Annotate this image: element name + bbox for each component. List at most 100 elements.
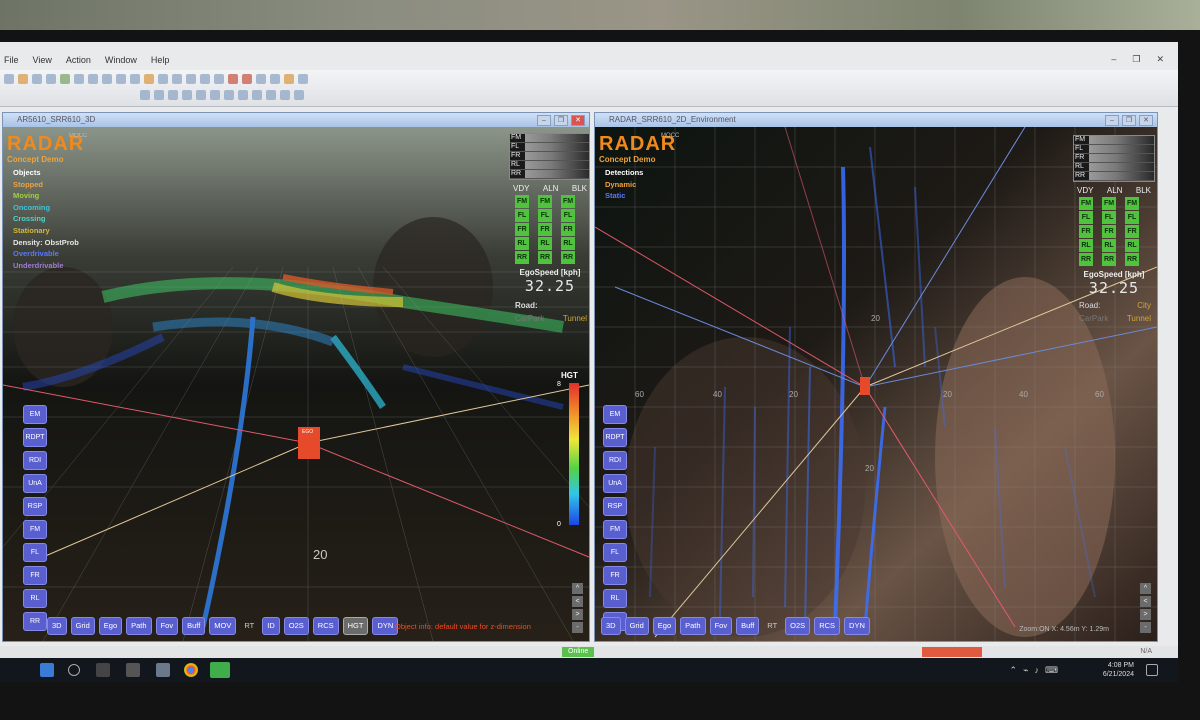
- left-btn-rl[interactable]: RL: [23, 589, 47, 608]
- toolbar-new-icon[interactable]: [4, 74, 14, 84]
- toolbar-stop-icon[interactable]: [88, 74, 98, 84]
- toolbar-save-icon[interactable]: [32, 74, 42, 84]
- right-btn-rdpt[interactable]: RDPT: [603, 428, 627, 447]
- left-btn-rsp[interactable]: RSP: [23, 497, 47, 516]
- toolbar-open-icon[interactable]: [18, 74, 28, 84]
- scroll-right-button[interactable]: >: [572, 609, 583, 620]
- toolbar-step-icon[interactable]: [102, 74, 112, 84]
- toolbar-settings-icon[interactable]: [270, 74, 280, 84]
- left-btn-rcs[interactable]: RCS: [312, 617, 339, 635]
- toolbar-reset-icon[interactable]: [224, 90, 234, 100]
- right-panel-maximize-button[interactable]: ❐: [1122, 115, 1136, 126]
- toolbar-print-icon[interactable]: [46, 74, 56, 84]
- left-3d-point-cloud[interactable]: EGO 20: [3, 127, 589, 641]
- scroll-up-button[interactable]: ^: [1140, 583, 1151, 594]
- left-btn-buff[interactable]: Buff: [182, 617, 206, 635]
- scroll-minus-button[interactable]: -: [1140, 622, 1151, 633]
- radar-app-icon[interactable]: [210, 662, 230, 678]
- toolbar-forward-icon[interactable]: [130, 74, 140, 84]
- legend-item-dynamic[interactable]: Dynamic: [605, 179, 643, 191]
- scroll-up-button[interactable]: ^: [572, 583, 583, 594]
- minimize-button[interactable]: –: [1111, 54, 1116, 65]
- notifications-icon[interactable]: [1146, 664, 1158, 676]
- toolbar-layout-icon[interactable]: [200, 74, 210, 84]
- right-btn-una[interactable]: UnA: [603, 474, 627, 493]
- app-icon[interactable]: [156, 663, 170, 677]
- toolbar-record-icon[interactable]: [144, 74, 154, 84]
- left-btn-rt[interactable]: RT: [240, 618, 258, 634]
- keyboard-icon[interactable]: ⌨: [1045, 665, 1058, 676]
- left-btn-mov[interactable]: MOV: [209, 617, 237, 635]
- toolbar-bookmark-icon[interactable]: [284, 74, 294, 84]
- volume-icon[interactable]: ♪: [1035, 665, 1040, 676]
- toolbar-marker-icon[interactable]: [228, 74, 238, 84]
- legend-item-stationary[interactable]: Stationary: [13, 225, 79, 237]
- right-btn-rl[interactable]: RL: [603, 589, 627, 608]
- legend-item-density[interactable]: Density: ObstProb: [13, 237, 79, 249]
- scroll-left-button[interactable]: <: [572, 596, 583, 607]
- toolbar-grid-icon[interactable]: [186, 74, 196, 84]
- left-panel-close-button[interactable]: ✕: [571, 115, 585, 126]
- toolbar-play-icon[interactable]: [60, 74, 70, 84]
- start-icon[interactable]: [40, 663, 54, 677]
- right-btn-buff[interactable]: Buff: [736, 617, 760, 635]
- left-btn-fr[interactable]: FR: [23, 566, 47, 585]
- toolbar-chart-icon[interactable]: [294, 90, 304, 100]
- chrome-icon[interactable]: [184, 663, 198, 677]
- toolbar-table-icon[interactable]: [280, 90, 290, 100]
- left-btn-3d[interactable]: 3D: [47, 617, 67, 635]
- right-btn-path[interactable]: Path: [680, 617, 706, 635]
- toolbar-flag-icon[interactable]: [242, 74, 252, 84]
- right-btn-o2s[interactable]: O2S: [785, 617, 811, 635]
- scroll-minus-button[interactable]: -: [572, 622, 583, 633]
- left-btn-em[interactable]: EM: [23, 405, 47, 424]
- legend-item-moving[interactable]: Moving: [13, 190, 79, 202]
- toolbar-sync-icon[interactable]: [214, 74, 224, 84]
- left-btn-path[interactable]: Path: [126, 617, 152, 635]
- toolbar-zoom-icon[interactable]: [158, 74, 168, 84]
- toolbar-snapshot-icon[interactable]: [252, 90, 262, 100]
- left-btn-ego[interactable]: Ego: [98, 617, 123, 635]
- right-panel-close-button[interactable]: ✕: [1139, 115, 1153, 126]
- right-btn-fov[interactable]: Fov: [709, 617, 733, 635]
- toolbar-fit-icon[interactable]: [238, 90, 248, 100]
- legend-item-static[interactable]: Static: [605, 190, 643, 202]
- task-view-icon[interactable]: [96, 663, 110, 677]
- legend-item-crossing[interactable]: Crossing: [13, 213, 79, 225]
- left-btn-una[interactable]: UnA: [23, 474, 47, 493]
- toolbar-filter-icon[interactable]: [140, 90, 150, 100]
- legend-item-oncoming[interactable]: Oncoming: [13, 202, 79, 214]
- right-btn-em[interactable]: EM: [603, 405, 627, 424]
- right-btn-grid[interactable]: Grid: [624, 617, 649, 635]
- legend-item-detections[interactable]: Detections: [605, 167, 643, 179]
- right-btn-fm[interactable]: FM: [603, 520, 627, 539]
- menu-action[interactable]: Action: [66, 55, 91, 65]
- search-icon[interactable]: [68, 664, 80, 676]
- right-btn-ego[interactable]: Ego: [652, 617, 677, 635]
- left-btn-rdi[interactable]: RDI: [23, 451, 47, 470]
- right-btn-dyn[interactable]: DYN: [844, 617, 870, 635]
- toolbar-cursor-icon[interactable]: [172, 74, 182, 84]
- toolbar-info-icon[interactable]: [298, 74, 308, 84]
- toolbar-rotate-icon[interactable]: [210, 90, 220, 100]
- right-btn-fr[interactable]: FR: [603, 566, 627, 585]
- terminal-icon[interactable]: [126, 663, 140, 677]
- left-panel-maximize-button[interactable]: ❐: [554, 115, 568, 126]
- menu-view[interactable]: View: [33, 55, 52, 65]
- close-button[interactable]: ✕: [1156, 54, 1164, 65]
- toolbar-view-icon[interactable]: [154, 90, 164, 100]
- maximize-button[interactable]: ❐: [1132, 54, 1140, 65]
- right-panel-minimize-button[interactable]: –: [1105, 115, 1119, 126]
- menu-file[interactable]: File: [4, 55, 19, 65]
- left-btn-rdpt[interactable]: RDPT: [23, 428, 47, 447]
- toolbar-rewind-icon[interactable]: [116, 74, 126, 84]
- toolbar-axis-icon[interactable]: [168, 90, 178, 100]
- right-btn-3d[interactable]: 3D: [601, 617, 621, 635]
- menu-window[interactable]: Window: [105, 55, 137, 65]
- toolbar-pan-icon[interactable]: [196, 90, 206, 100]
- legend-item-objects[interactable]: Objects: [13, 167, 79, 179]
- left-panel-minimize-button[interactable]: –: [537, 115, 551, 126]
- legend-item-stopped[interactable]: Stopped: [13, 179, 79, 191]
- right-btn-rcs[interactable]: RCS: [814, 617, 841, 635]
- menu-help[interactable]: Help: [151, 55, 170, 65]
